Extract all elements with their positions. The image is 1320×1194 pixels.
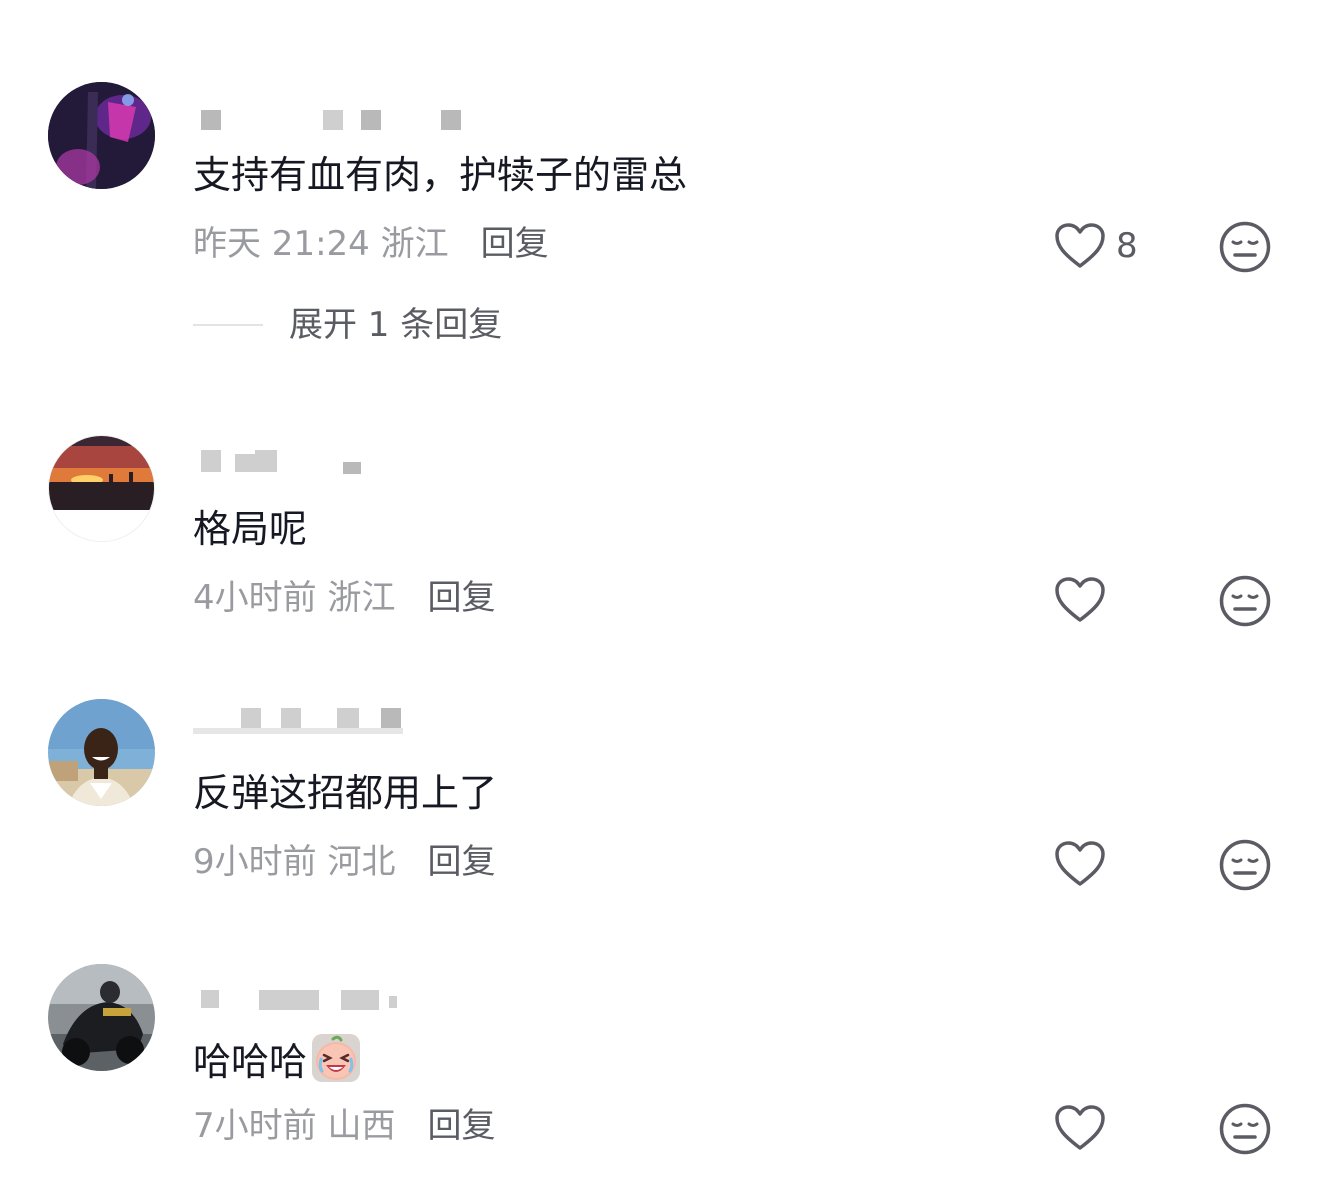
dislike-button[interactable] (1218, 838, 1272, 892)
crying-laughing-emoji (312, 1034, 361, 1082)
comment-time: 昨天 21:24 浙江 (193, 224, 449, 264)
heart-icon (1055, 1105, 1105, 1150)
like-count: 8 (1116, 226, 1138, 266)
meh-face-icon (1219, 1103, 1271, 1155)
comment-meta: 9小时前 河北 回复 (193, 842, 495, 882)
username-masked[interactable] (193, 986, 473, 1012)
like-button[interactable] (1054, 1102, 1106, 1154)
heart-icon (1055, 223, 1105, 268)
reply-button[interactable]: 回复 (427, 1106, 495, 1146)
avatar[interactable] (48, 82, 155, 189)
comment-text: 支持有血有肉，护犊子的雷总 (193, 153, 688, 197)
meh-face-icon (1219, 839, 1271, 891)
dislike-button[interactable] (1218, 220, 1272, 274)
comment-text-content: 哈哈哈 (193, 1040, 308, 1084)
heart-icon (1055, 841, 1105, 886)
comment-text: 格局呢 (193, 507, 308, 551)
comment-item: 格局呢 4小时前 浙江 回复 (0, 420, 1320, 660)
avatar[interactable] (48, 699, 155, 806)
dislike-button[interactable] (1218, 1102, 1272, 1156)
reply-button[interactable]: 回复 (427, 578, 495, 618)
expand-replies-label: 展开 1 条回复 (289, 305, 503, 345)
username-masked[interactable] (193, 708, 473, 734)
comment-time: 7小时前 山西 (193, 1106, 396, 1146)
like-button[interactable] (1054, 574, 1106, 626)
avatar[interactable] (48, 964, 155, 1071)
meh-face-icon (1219, 575, 1271, 627)
comment-item: 反弹这招都用上了 9小时前 河北 回复 (0, 690, 1320, 920)
comment-time: 9小时前 河北 (193, 842, 396, 882)
username-masked[interactable] (193, 450, 473, 476)
comment-time: 4小时前 浙江 (193, 578, 396, 618)
dislike-button[interactable] (1218, 574, 1272, 628)
meh-face-icon (1219, 221, 1271, 273)
comment-item: 哈哈哈 7小时前 山西 回复 (0, 950, 1320, 1194)
heart-icon (1055, 577, 1105, 622)
username-masked[interactable] (193, 108, 473, 134)
comment-meta: 4小时前 浙江 回复 (193, 578, 495, 618)
expand-replies-button[interactable]: 展开 1 条回复 (193, 305, 502, 345)
like-button[interactable] (1054, 838, 1106, 890)
like-button[interactable]: 8 (1054, 220, 1138, 272)
comment-meta: 7小时前 山西 回复 (193, 1106, 495, 1146)
comment-meta: 昨天 21:24 浙江 回复 (193, 224, 549, 264)
divider (193, 324, 263, 326)
comment-item: 支持有血有肉，护犊子的雷总 昨天 21:24 浙江 回复 8 展开 1 条回复 (0, 0, 1320, 370)
reply-button[interactable]: 回复 (427, 842, 495, 882)
reply-button[interactable]: 回复 (481, 224, 549, 264)
comment-text: 反弹这招都用上了 (193, 771, 498, 815)
avatar[interactable] (48, 435, 155, 542)
comment-text: 哈哈哈 (193, 1033, 361, 1084)
